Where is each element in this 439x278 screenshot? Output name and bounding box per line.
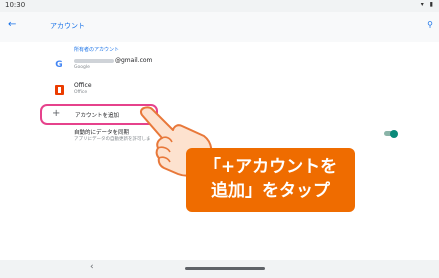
account-type: Google (74, 65, 90, 70)
google-icon: G (55, 60, 63, 70)
account-name: Office (74, 82, 92, 89)
auto-sync-toggle[interactable] (384, 129, 398, 138)
nav-back-icon[interactable]: ‹ (90, 262, 94, 272)
page-title: アカウント (50, 22, 85, 30)
account-type: Office (74, 90, 88, 95)
plus-icon: + (52, 108, 61, 119)
instruction-callout: 「+アカウントを 追加」をタップ (186, 148, 355, 212)
app-bar: ← アカウント ⚲ (0, 12, 439, 42)
account-email: @gmail.com (74, 57, 152, 64)
redacted-email (74, 58, 114, 63)
home-gesture-bar[interactable] (185, 267, 265, 270)
toggle-knob (390, 129, 398, 138)
section-header: 所有者のアカウント (74, 47, 120, 53)
back-arrow-icon[interactable]: ← (8, 19, 16, 30)
navigation-bar: ‹ (0, 260, 439, 278)
office-icon (52, 83, 66, 97)
add-account-label: アカウントを追加 (75, 113, 120, 119)
callout-line-1: 「+アカウントを (203, 157, 338, 177)
status-bar: 10:30 ▾ ▮ (0, 0, 439, 12)
account-item-google[interactable]: G @gmail.com Google (0, 54, 439, 76)
callout-line-2: 追加」をタップ (211, 181, 330, 201)
search-icon[interactable]: ⚲ (427, 20, 433, 29)
auto-sync-row[interactable]: 自動的にデータを同期 アプリにデータの自動更新を許可しま (0, 125, 439, 145)
auto-sync-title: 自動的にデータを同期 (74, 130, 130, 136)
account-item-office[interactable]: Office Office (0, 79, 439, 101)
status-time: 10:30 (5, 1, 26, 9)
status-icons: ▾ ▮ (420, 1, 435, 8)
